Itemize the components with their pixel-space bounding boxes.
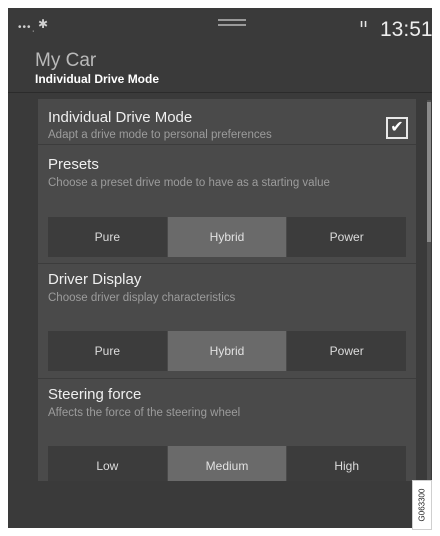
driver-display-pure-button[interactable]: Pure xyxy=(48,331,167,371)
driver-display-power-button[interactable]: Power xyxy=(287,331,407,371)
driver-display-segmented-control: Pure Hybrid Power xyxy=(48,331,407,371)
preset-pure-button[interactable]: Pure xyxy=(48,217,167,257)
setting-description: Choose a preset drive mode to have as a … xyxy=(48,177,330,189)
setting-description: Adapt a drive mode to personal preferenc… xyxy=(48,129,272,141)
steering-medium-button[interactable]: Medium xyxy=(167,446,287,481)
figure-code-label: G063300 xyxy=(412,480,432,530)
setting-title: Steering force xyxy=(48,386,142,403)
clock: 13:51 xyxy=(380,18,432,41)
setting-title: Individual Drive Mode xyxy=(48,109,193,126)
setting-presets: Presets Choose a preset drive mode to ha… xyxy=(38,145,416,263)
steering-force-segmented-control: Low Medium High xyxy=(48,446,407,481)
setting-title: Presets xyxy=(48,156,99,173)
preset-hybrid-button[interactable]: Hybrid xyxy=(167,217,287,257)
preset-power-button[interactable]: Power xyxy=(287,217,407,257)
scrollbar-thumb[interactable] xyxy=(427,102,431,242)
setting-steering-force: Steering force Affects the force of the … xyxy=(38,379,416,481)
driver-display-hybrid-button[interactable]: Hybrid xyxy=(167,331,287,371)
header-divider xyxy=(8,92,432,93)
signal-icon: •••ˌ xyxy=(18,22,36,33)
scrollbar[interactable] xyxy=(427,100,431,482)
presets-segmented-control: Pure Hybrid Power xyxy=(48,217,407,257)
center-display: •••ˌ ✱ ıı 13:51 My Car Individual Drive … xyxy=(8,8,432,528)
setting-driver-display: Driver Display Choose driver display cha… xyxy=(38,264,416,378)
app-title: My Car xyxy=(35,50,97,71)
pause-icon: ıı xyxy=(360,18,369,30)
figure-code: G063300 xyxy=(417,488,427,522)
bluetooth-icon: ✱ xyxy=(38,17,49,31)
steering-low-button[interactable]: Low xyxy=(48,446,167,481)
pull-down-handle[interactable] xyxy=(218,19,246,29)
page-subtitle: Individual Drive Mode xyxy=(35,72,160,86)
setting-description: Affects the force of the steering wheel xyxy=(48,407,241,419)
status-bar: •••ˌ ✱ ıı 13:51 xyxy=(8,8,432,42)
settings-list: Individual Drive Mode Adapt a drive mode… xyxy=(38,99,416,481)
steering-high-button[interactable]: High xyxy=(287,446,407,481)
setting-description: Choose driver display characteristics xyxy=(48,292,236,304)
setting-individual-drive-mode[interactable]: Individual Drive Mode Adapt a drive mode… xyxy=(38,99,416,144)
setting-title: Driver Display xyxy=(48,271,142,288)
checkbox-checked-icon[interactable]: ✔ xyxy=(386,117,408,139)
